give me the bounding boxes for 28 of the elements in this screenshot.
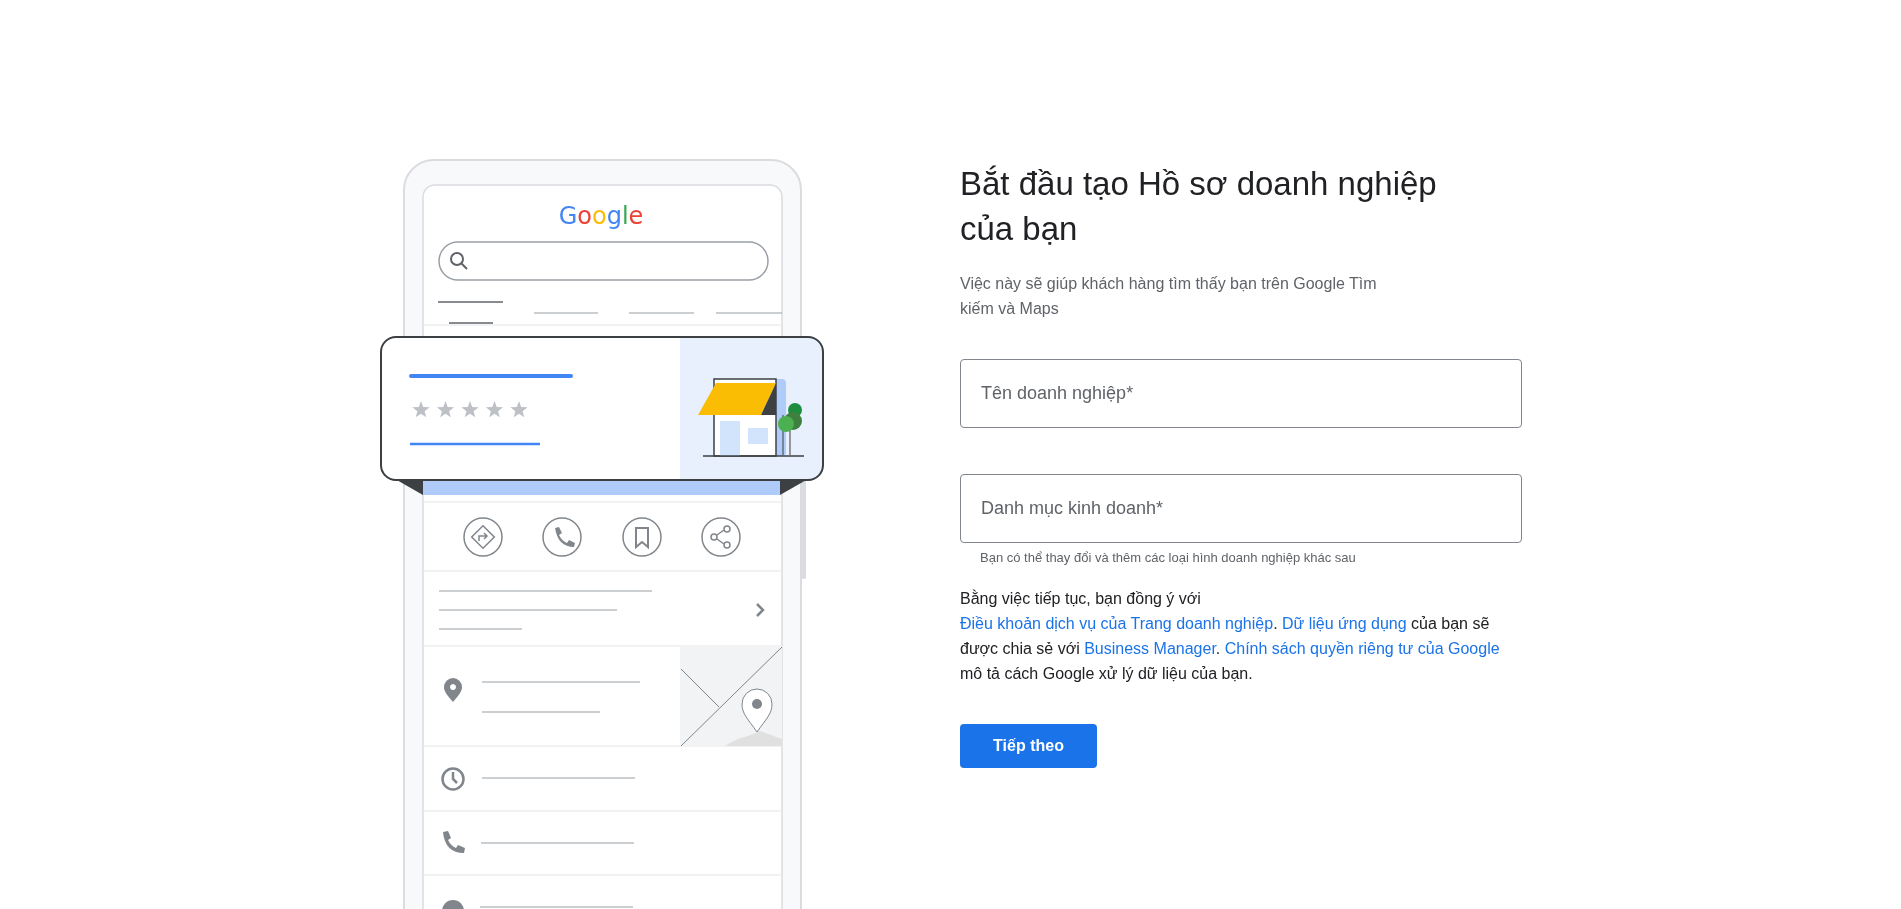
star-icon [510,401,528,418]
directions-icon [463,517,503,557]
policy-link[interactable]: Dữ liệu ứng dụng [1282,615,1407,632]
policy-link[interactable]: Business Manager [1084,640,1216,657]
text-field[interactable]: Danh mục kinh doanh* [960,474,1522,543]
share-icon [701,517,741,557]
location-pin-icon [444,678,462,702]
policy-link[interactable]: Điều khoản dịch vụ của Trang doanh nghiệp [960,615,1274,632]
consent-text: Bằng việc tiếp tục, bạn đồng ý với Điều khoản dịch vụ của Trang doanh nghiệp. Dữ liệu ứng dụng của bạn sẽ được chia sẻ với Business Manager. Chính sách quyền riêng tư của Google mô tả cách Google xử lý dữ liệu của bạn. [960,588,1501,684]
globe-icon [442,900,464,909]
google-logo: Google [558,202,644,230]
subtitle-text: Việc này sẽ giúp khách hàng tìm thấy bạn trên Google Tìm kiếm và Maps [960,274,1378,319]
star-icon [461,401,479,418]
bookmark-icon [622,517,662,557]
star-icon [485,401,504,418]
star-icon [412,401,430,418]
phone-icon [443,831,465,853]
policy-link[interactable]: Chính sách quyền riêng tư của Google [1224,640,1500,657]
search-icon [450,252,468,270]
page-title: Bắt đầu tạo Hồ sơ doanh nghiệp của bạn [960,164,1438,249]
star-icon [436,401,455,418]
text-field[interactable]: Tên doanh nghiệp* [960,359,1522,428]
clock-icon [441,767,465,791]
next-button[interactable]: Tiếp theo [960,724,1097,768]
phone-icon [542,517,582,557]
storefront-icon [698,378,805,457]
helper-text: Bạn có thể thay đổi và thêm các loại hình doanh nghiệp khác sau [980,550,1357,566]
chevron-icon [756,603,765,617]
